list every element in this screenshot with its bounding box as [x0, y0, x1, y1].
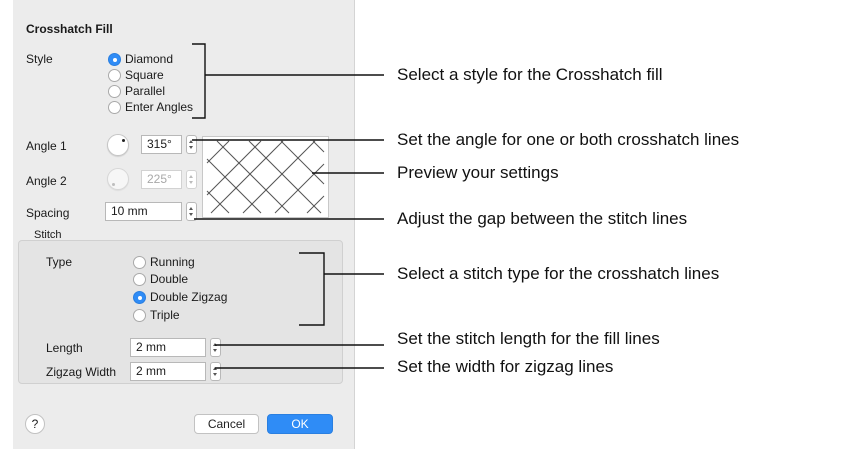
callout-angle: Set the angle for one or both crosshatch…	[397, 130, 740, 149]
callout-width: Set the width for zigzag lines	[397, 357, 614, 376]
callout-stitch-type: Select a stitch type for the crosshatch …	[397, 264, 720, 283]
callout-spacing: Adjust the gap between the stitch lines	[397, 209, 688, 228]
callout-preview: Preview your settings	[397, 163, 559, 182]
callout-length: Set the stitch length for the fill lines	[397, 329, 660, 348]
callout-style: Select a style for the Crosshatch fill	[397, 65, 663, 84]
